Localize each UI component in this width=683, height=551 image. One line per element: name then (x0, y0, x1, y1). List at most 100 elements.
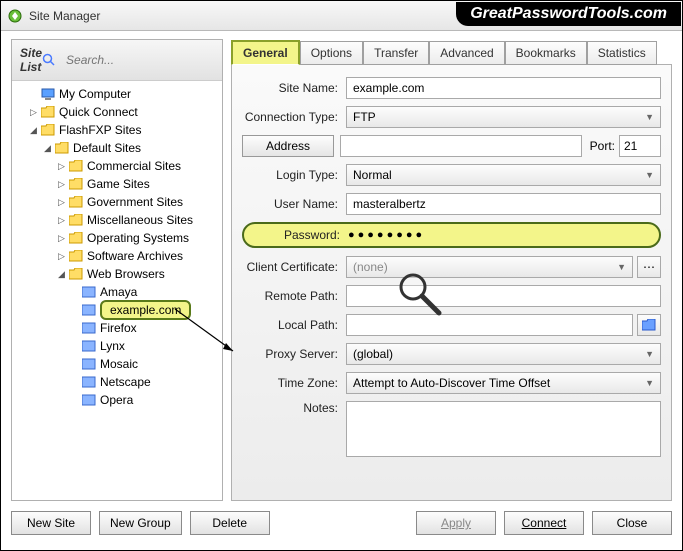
password-label: Password: (252, 228, 348, 242)
tree-node-opera[interactable]: Opera (12, 391, 222, 409)
new-site-button[interactable]: New Site (11, 511, 91, 535)
tree-node-commercial[interactable]: ▷Commercial Sites (12, 157, 222, 175)
login-type-select[interactable]: Normal▼ (346, 164, 661, 186)
client-cert-label: Client Certificate: (242, 260, 346, 274)
tree-node-quickconnect[interactable]: ▷Quick Connect (12, 103, 222, 121)
general-form: Site Name: Connection Type: FTP▼ Address… (231, 64, 672, 501)
chevron-down-icon: ▼ (645, 170, 654, 180)
password-input[interactable]: ●●●●●●●● (348, 229, 651, 241)
apply-button[interactable]: Apply (416, 511, 496, 535)
folder-icon (68, 230, 84, 246)
site-icon (81, 320, 97, 336)
address-button[interactable]: Address (242, 135, 334, 157)
tree-node-amaya[interactable]: Amaya (12, 283, 222, 301)
folder-icon (642, 319, 656, 331)
address-input[interactable] (340, 135, 582, 157)
tree-node-web[interactable]: ◢Web Browsers (12, 265, 222, 283)
tree-node-game[interactable]: ▷Game Sites (12, 175, 222, 193)
tab-bar: General Options Transfer Advanced Bookma… (231, 39, 672, 65)
folder-icon (54, 140, 70, 156)
tab-bookmarks[interactable]: Bookmarks (505, 41, 587, 65)
tree-node-default[interactable]: ◢Default Sites (12, 139, 222, 157)
connect-button[interactable]: Connect (504, 511, 584, 535)
chevron-down-icon: ▼ (645, 349, 654, 359)
collapse-icon[interactable]: ◢ (42, 143, 53, 154)
new-group-button[interactable]: New Group (99, 511, 182, 535)
tab-statistics[interactable]: Statistics (587, 41, 657, 65)
tree-node-netscape[interactable]: Netscape (12, 373, 222, 391)
folder-icon (68, 158, 84, 174)
expand-icon[interactable]: ▷ (28, 107, 39, 118)
local-path-browse-button[interactable] (637, 314, 661, 336)
app-icon (7, 8, 23, 24)
tree-node-example[interactable]: example.com (12, 301, 222, 319)
expand-icon[interactable]: ▷ (56, 215, 67, 226)
tree-node-government[interactable]: ▷Government Sites (12, 193, 222, 211)
chevron-down-icon: ▼ (645, 112, 654, 122)
search-input[interactable] (62, 51, 227, 69)
expand-icon[interactable]: ▷ (56, 161, 67, 172)
timezone-select[interactable]: Attempt to Auto-Discover Time Offset▼ (346, 372, 661, 394)
tree-node-flashfxp[interactable]: ◢FlashFXP Sites (12, 121, 222, 139)
search-icon (42, 53, 56, 67)
site-tree[interactable]: My Computer ▷Quick Connect ◢FlashFXP Sit… (12, 81, 222, 500)
tree-node-software[interactable]: ▷Software Archives (12, 247, 222, 265)
site-icon (81, 374, 97, 390)
username-input[interactable] (346, 193, 661, 215)
site-icon (81, 302, 97, 318)
ellipsis-icon: ⋯ (643, 260, 655, 274)
proxy-label: Proxy Server: (242, 347, 346, 361)
footer-buttons: New Site New Group Delete Apply Connect … (11, 511, 672, 535)
folder-icon (68, 176, 84, 192)
client-cert-browse-button[interactable]: ⋯ (637, 256, 661, 278)
proxy-select[interactable]: (global)▼ (346, 343, 661, 365)
folder-icon (68, 212, 84, 228)
site-icon (81, 284, 97, 300)
tab-transfer[interactable]: Transfer (363, 41, 429, 65)
collapse-icon[interactable]: ◢ (56, 269, 67, 280)
local-path-label: Local Path: (242, 318, 346, 332)
expand-icon[interactable]: ▷ (56, 179, 67, 190)
password-row: Password: ●●●●●●●● (242, 222, 661, 248)
port-input[interactable] (619, 135, 661, 157)
tab-general[interactable]: General (231, 40, 300, 65)
delete-button[interactable]: Delete (190, 511, 270, 535)
expand-icon[interactable]: ▷ (56, 251, 67, 262)
connection-type-label: Connection Type: (242, 110, 346, 124)
remote-path-input[interactable] (346, 285, 661, 307)
client-cert-select[interactable]: (none)▼ (346, 256, 633, 278)
collapse-icon[interactable]: ◢ (28, 125, 39, 136)
expand-icon[interactable]: ▷ (56, 197, 67, 208)
tree-node-misc[interactable]: ▷Miscellaneous Sites (12, 211, 222, 229)
tab-options[interactable]: Options (300, 41, 363, 65)
site-name-label: Site Name: (242, 81, 346, 95)
tree-node-mycomputer[interactable]: My Computer (12, 85, 222, 103)
chevron-down-icon: ▼ (645, 378, 654, 388)
tree-node-lynx[interactable]: Lynx (12, 337, 222, 355)
folder-icon (68, 248, 84, 264)
computer-icon (40, 86, 56, 102)
login-type-label: Login Type: (242, 168, 346, 182)
notes-label: Notes: (242, 401, 346, 415)
folder-icon (40, 122, 56, 138)
folder-icon (40, 104, 56, 120)
username-label: User Name: (242, 197, 346, 211)
site-name-input[interactable] (346, 77, 661, 99)
local-path-input[interactable] (346, 314, 633, 336)
tree-node-mosaic[interactable]: Mosaic (12, 355, 222, 373)
site-icon (81, 356, 97, 372)
watermark: GreatPasswordTools.com (456, 2, 681, 26)
chevron-down-icon: ▼ (617, 262, 626, 272)
port-label: Port: (590, 139, 615, 153)
close-button-footer[interactable]: Close (592, 511, 672, 535)
expand-icon[interactable]: ▷ (56, 233, 67, 244)
timezone-label: Time Zone: (242, 376, 346, 390)
tree-node-os[interactable]: ▷Operating Systems (12, 229, 222, 247)
remote-path-label: Remote Path: (242, 289, 346, 303)
tree-node-firefox[interactable]: Firefox (12, 319, 222, 337)
notes-input[interactable] (346, 401, 661, 457)
site-icon (81, 392, 97, 408)
connection-type-select[interactable]: FTP▼ (346, 106, 661, 128)
tab-advanced[interactable]: Advanced (429, 41, 504, 65)
folder-icon (68, 194, 84, 210)
